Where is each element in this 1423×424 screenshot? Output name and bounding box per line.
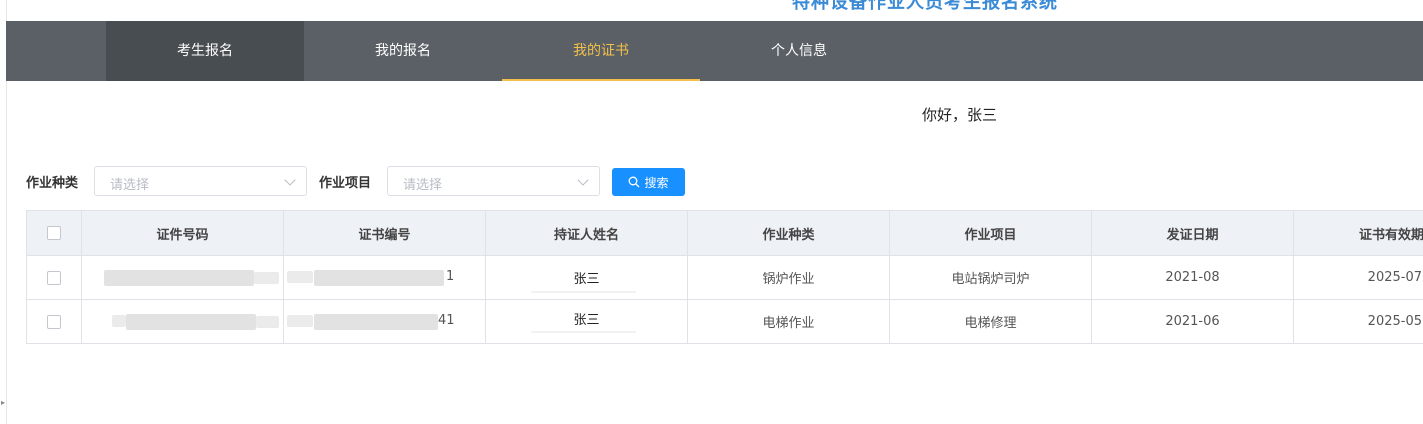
holder-name-cell: 张三 (486, 300, 688, 343)
row-checkbox[interactable] (47, 270, 61, 285)
app-title: 特种设备作业人员考生报名系统 (792, 0, 1058, 13)
row-select-cell (27, 256, 82, 299)
select-all-checkbox[interactable] (47, 226, 61, 240)
job-type-cell: 锅炉作业 (688, 256, 890, 299)
job-item-label: 作业项目 (319, 176, 372, 191)
table-header-row: 证件号码 证书编号 持证人姓名 作业种类 作业项目 发证日期 证书有效期 (27, 211, 1423, 255)
search-icon (629, 176, 640, 188)
job-item-cell: 电梯修理 (890, 300, 1092, 343)
tab-apply[interactable]: 考生报名 (106, 21, 304, 81)
redacted-id-number (104, 270, 254, 286)
redacted-cert-number (287, 315, 313, 327)
redacted-cert-number (314, 314, 438, 330)
user-greeting: 你好，张三 (922, 106, 998, 124)
holder-name: 张三 (573, 313, 600, 328)
valid-until-cell: 2025-07 (1367, 270, 1422, 285)
table-row[interactable]: 41 张三 电梯作业 电梯修理 2021-06 2025-05 (27, 299, 1423, 343)
search-button-label: 搜索 (644, 175, 669, 190)
redacted-id-number (126, 314, 256, 330)
table-row[interactable]: 1 张三 锅炉作业 电站锅炉司炉 2021-08 2025-07 (27, 255, 1423, 299)
cert-number-suffix: 41 (438, 313, 455, 328)
redacted-id-number (254, 272, 279, 284)
column-header: 持证人姓名 (486, 211, 688, 255)
column-header: 证件号码 (82, 211, 284, 255)
top-navbar: 考生报名 我的报名 我的证书 个人信息 (6, 21, 1423, 81)
job-item-placeholder: 请选择 (403, 178, 443, 193)
id-number-cell (82, 300, 284, 343)
row-checkbox[interactable] (47, 314, 61, 329)
collapse-arrow-icon[interactable]: ▸ (1, 398, 5, 407)
row-select-cell (27, 300, 82, 343)
select-all-cell (27, 211, 82, 255)
name-underline (531, 331, 636, 333)
job-item-cell: 电站锅炉司炉 (890, 256, 1092, 299)
id-number-cell (82, 256, 284, 299)
tab-personal-info[interactable]: 个人信息 (700, 21, 898, 81)
issue-date-cell: 2021-08 (1092, 256, 1294, 299)
holder-name: 张三 (573, 272, 600, 287)
issue-date-cell: 2021-06 (1092, 300, 1294, 343)
job-type-label: 作业种类 (26, 176, 79, 191)
job-type-cell: 电梯作业 (688, 300, 890, 343)
cert-number-suffix: 1 (446, 269, 455, 284)
chevron-down-icon (577, 174, 589, 186)
redacted-id-number (112, 315, 126, 327)
valid-until-cell: 2025-05 (1367, 314, 1422, 329)
redacted-id-number (256, 316, 279, 328)
cert-number-cell: 1 (284, 256, 486, 299)
name-underline (531, 291, 636, 293)
cert-number-cell: 41 (284, 300, 486, 343)
job-type-placeholder: 请选择 (110, 178, 150, 193)
redacted-cert-number (287, 271, 313, 283)
certificate-table: 证件号码 证书编号 持证人姓名 作业种类 作业项目 发证日期 证书有效期 1 张… (26, 210, 1423, 344)
redacted-cert-number (314, 270, 444, 286)
column-header: 证书编号 (284, 211, 486, 255)
column-header: 发证日期 (1092, 211, 1294, 255)
column-header: 作业种类 (688, 211, 890, 255)
column-header: 作业项目 (890, 211, 1092, 255)
job-item-select[interactable]: 请选择 (387, 166, 600, 196)
column-header: 证书有效期 (1358, 227, 1423, 243)
tab-my-applications[interactable]: 我的报名 (304, 21, 502, 81)
search-button[interactable]: 搜索 (612, 168, 685, 196)
tab-my-certificates[interactable]: 我的证书 (502, 21, 700, 81)
holder-name-cell: 张三 (486, 256, 688, 299)
chevron-down-icon (284, 174, 296, 186)
job-type-select[interactable]: 请选择 (94, 166, 307, 196)
